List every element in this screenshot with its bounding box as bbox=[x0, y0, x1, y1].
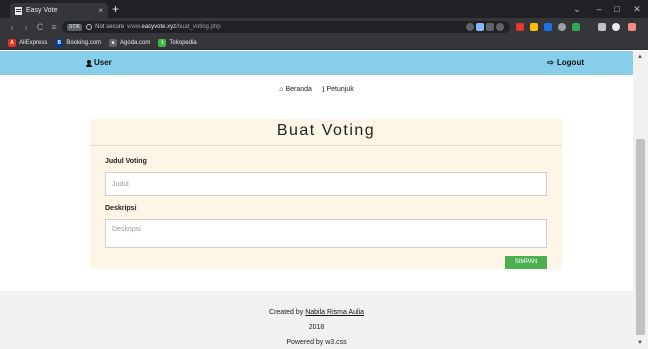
new-tab-button[interactable]: + bbox=[112, 1, 119, 17]
scroll-up-arrow-icon[interactable]: ▲ bbox=[637, 54, 643, 60]
forward-button[interactable]: › bbox=[20, 18, 32, 36]
url-text[interactable]: www.easyvote.xyz/buat_voting.php bbox=[127, 24, 220, 30]
browser-toolbar: ‹ › C ≡ STIK Not secure www.easyvote.xyz… bbox=[0, 18, 648, 36]
create-voting-card: Buat Voting Judul Voting Deskripsi SIMPA… bbox=[90, 119, 562, 269]
description-textarea[interactable] bbox=[105, 219, 547, 248]
tab-search-icon[interactable]: ⌄ bbox=[568, 0, 586, 18]
menu-icon[interactable] bbox=[628, 23, 636, 31]
logout-label: Logout bbox=[556, 58, 584, 67]
translate-icon[interactable] bbox=[476, 23, 484, 31]
bookmark-booking[interactable]: B Booking.com bbox=[55, 38, 102, 47]
extension-yellow-icon[interactable] bbox=[530, 23, 538, 31]
save-button[interactable]: SIMPAN bbox=[505, 256, 547, 269]
profile-icon[interactable] bbox=[612, 23, 620, 31]
reload-button[interactable]: C bbox=[34, 18, 46, 36]
tab-close-icon[interactable]: × bbox=[98, 6, 103, 15]
security-status-text[interactable]: Not secure bbox=[95, 24, 124, 30]
top-navbar: User ⇨ Logout bbox=[0, 51, 633, 75]
sub-navigation: ⌂ Beranda i Petunjuk bbox=[0, 82, 633, 96]
voting-title-input[interactable] bbox=[105, 172, 547, 196]
address-bar[interactable]: STIK Not secure www.easyvote.xyz/buat_vo… bbox=[62, 21, 510, 33]
bookmark-star-icon[interactable] bbox=[496, 23, 504, 31]
bookmark-tokopedia[interactable]: t Tokopedia bbox=[158, 38, 197, 47]
address-chip[interactable]: STIK bbox=[67, 23, 83, 31]
bookmark-label: Booking.com bbox=[66, 39, 102, 46]
browser-tab-strip: Easy Vote × + ⌄ – □ ✕ bbox=[0, 0, 648, 18]
page-favicon-icon bbox=[15, 6, 22, 15]
logout-icon: ⇨ bbox=[547, 58, 554, 67]
share-icon[interactable] bbox=[486, 23, 494, 31]
page-scrollbar[interactable]: ▲ ▼ bbox=[633, 51, 648, 349]
browser-tab[interactable]: Easy Vote × bbox=[10, 3, 108, 18]
bookmark-label: Tokopedia bbox=[169, 39, 197, 46]
nav-beranda[interactable]: ⌂ Beranda bbox=[279, 86, 312, 93]
extension-blue-icon[interactable] bbox=[544, 23, 552, 31]
bookmark-agoda[interactable]: a Agoda.com bbox=[109, 38, 151, 47]
maximize-button[interactable]: □ bbox=[608, 0, 626, 18]
user-menu-link[interactable]: User bbox=[86, 51, 112, 75]
voting-title-label: Judul Voting bbox=[105, 158, 147, 165]
site-settings-icon[interactable]: ≡ bbox=[48, 18, 60, 36]
user-icon bbox=[86, 59, 92, 67]
user-label: User bbox=[94, 58, 112, 67]
extension-green-icon[interactable] bbox=[572, 23, 580, 31]
footer-powered-by: Powered by w3.css bbox=[286, 339, 347, 346]
url-domain: easyvote.xyz bbox=[141, 24, 177, 30]
back-button[interactable]: ‹ bbox=[6, 18, 18, 36]
description-label: Deskripsi bbox=[105, 205, 137, 212]
nav-petunjuk[interactable]: i Petunjuk bbox=[322, 85, 354, 94]
author-link[interactable]: Nabila Risma Aulia bbox=[305, 309, 364, 316]
download-icon[interactable] bbox=[598, 23, 606, 31]
bookmark-label: Agoda.com bbox=[120, 39, 151, 46]
footer-credit: Created by Nabila Risma Aulia bbox=[0, 309, 633, 316]
booking-icon: B bbox=[55, 38, 64, 47]
url-path: /buat_voting.php bbox=[176, 24, 221, 30]
nav-beranda-label: Beranda bbox=[285, 85, 312, 93]
tab-title: Easy Vote bbox=[26, 7, 58, 14]
extension-gray-icon[interactable] bbox=[558, 23, 566, 31]
footer-credit-prefix: Created by bbox=[269, 309, 304, 316]
page-viewport: User ⇨ Logout ⌂ Beranda i Petunjuk Buat … bbox=[0, 51, 633, 349]
tokopedia-icon: t bbox=[158, 38, 167, 47]
page-footer: Created by Nabila Risma Aulia 2018 Power… bbox=[0, 291, 633, 349]
nav-petunjuk-label: Petunjuk bbox=[326, 85, 354, 93]
card-divider bbox=[90, 145, 562, 146]
info-icon: i bbox=[321, 84, 325, 94]
google-lens-icon[interactable] bbox=[466, 23, 474, 31]
footer-year: 2018 bbox=[308, 324, 325, 331]
extension-red-icon[interactable] bbox=[516, 23, 524, 31]
url-prefix: www. bbox=[127, 24, 142, 30]
aliexpress-icon: A bbox=[8, 38, 16, 47]
bookmarks-bar: A AliExpress B Booking.com a Agoda.com t… bbox=[0, 36, 648, 50]
bookmark-label: AliExpress bbox=[19, 39, 48, 46]
minimize-button[interactable]: – bbox=[590, 0, 608, 18]
page-title: Buat Voting bbox=[276, 122, 376, 139]
close-window-button[interactable]: ✕ bbox=[628, 0, 646, 18]
home-icon: ⌂ bbox=[279, 85, 284, 93]
scrollbar-thumb[interactable] bbox=[636, 139, 645, 335]
bookmark-aliexpress[interactable]: A AliExpress bbox=[8, 38, 48, 47]
logout-link[interactable]: ⇨ Logout bbox=[547, 51, 584, 75]
security-status-icon[interactable] bbox=[86, 24, 93, 30]
scroll-down-arrow-icon[interactable]: ▼ bbox=[637, 340, 643, 346]
agoda-icon: a bbox=[109, 38, 118, 47]
